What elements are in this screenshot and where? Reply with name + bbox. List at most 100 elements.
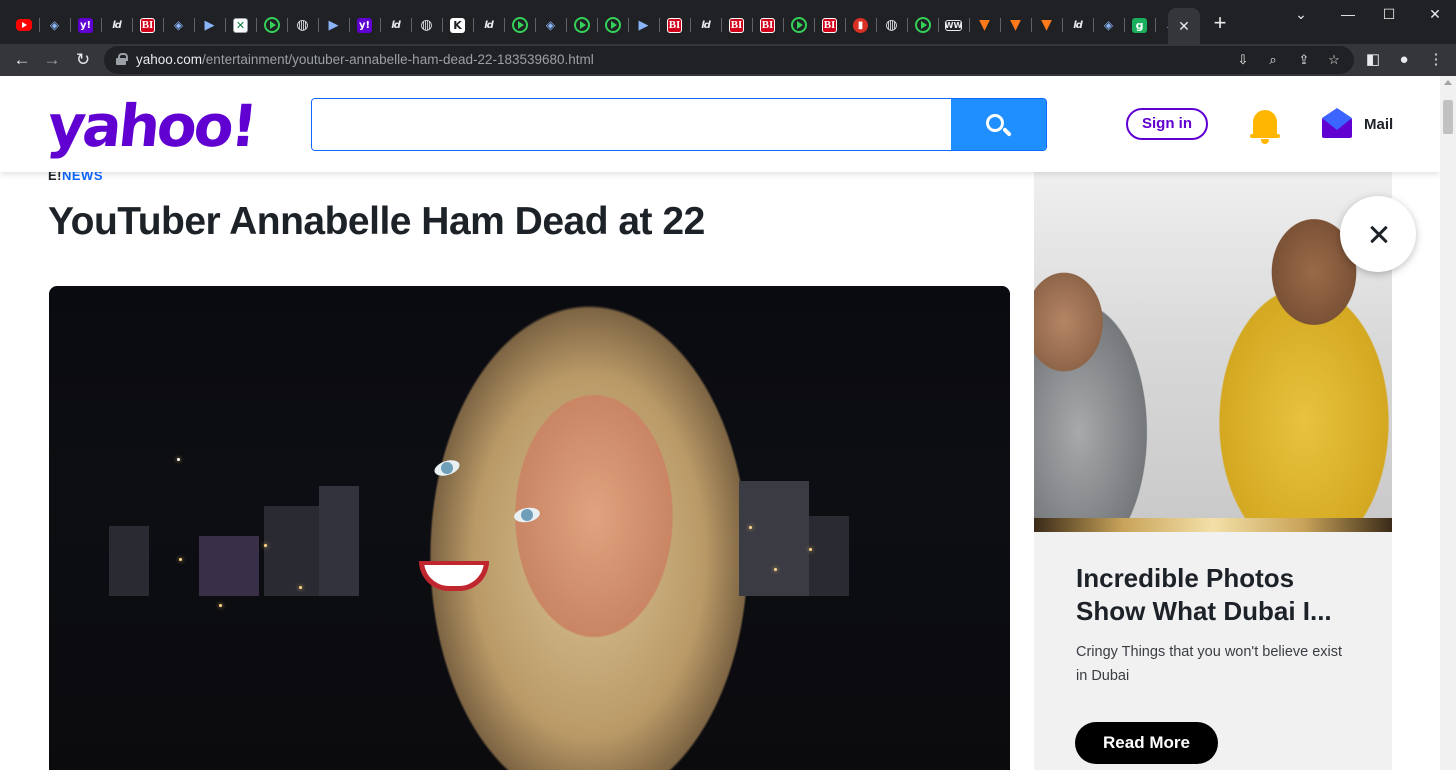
shield-icon: ◈	[545, 18, 556, 32]
browser-tab[interactable]: ▼	[1031, 10, 1062, 40]
ad-image-border	[1034, 518, 1392, 532]
browser-tab[interactable]: g	[1124, 10, 1155, 40]
k-icon: K	[450, 17, 465, 33]
browser-tab[interactable]: ◈	[163, 10, 194, 40]
play-icon	[790, 17, 807, 33]
ld-icon: ld	[112, 19, 122, 31]
browser-tab[interactable]: ▼	[1000, 10, 1031, 40]
menu-icon[interactable]: ⋮	[1424, 48, 1448, 72]
search-icon	[986, 114, 1004, 132]
tab-list: ◈ y! ld BI ◈ ▶ ✕ ◍ ▶ y! ld ◍ Kld ◈ ▶ BI ld BI BI BI ▮ ◍ WW ▼ ▼ ▼ l…	[8, 10, 1186, 40]
browser-tab[interactable]: y!	[349, 10, 380, 40]
yahoo-logo[interactable]: yahoo!	[44, 92, 258, 160]
scroll-up-arrow-icon[interactable]	[1444, 80, 1452, 85]
browser-tab[interactable]: WW	[938, 10, 969, 40]
maximize-button[interactable]: ☐	[1375, 6, 1403, 23]
side-panel-icon[interactable]: ◧	[1361, 48, 1385, 72]
browser-tab[interactable]	[907, 10, 938, 40]
browser-tab[interactable]: BI	[132, 10, 163, 40]
search-icon-handle	[1002, 127, 1012, 137]
mic-icon: ▮	[853, 17, 868, 33]
browser-tab[interactable]	[783, 10, 814, 40]
browser-tab[interactable]: ◈	[39, 10, 70, 40]
mail-link[interactable]: Mail	[1364, 116, 1393, 133]
forward-button[interactable]: →	[40, 48, 64, 72]
read-more-button[interactable]: Read More	[1075, 722, 1218, 764]
back-button[interactable]: ←	[10, 48, 34, 72]
share-icon[interactable]: ⇪	[1293, 50, 1315, 70]
browser-tab[interactable]: ld	[473, 10, 504, 40]
youtube-icon	[15, 19, 32, 31]
ad-image[interactable]	[1034, 172, 1392, 532]
play-icon	[914, 17, 931, 33]
shield-icon: ◈	[1103, 18, 1114, 32]
bookmark-star-icon[interactable]: ☆	[1323, 50, 1345, 70]
sign-in-button[interactable]: Sign in	[1126, 108, 1208, 140]
browser-tab[interactable]: ◈	[535, 10, 566, 40]
browser-tab[interactable]: K	[442, 10, 473, 40]
window-close-button[interactable]: ✕	[1421, 6, 1449, 23]
minimize-button[interactable]: —	[1334, 6, 1362, 22]
browser-tab[interactable]	[8, 10, 39, 40]
browser-toolbar: ← → ↻ yahoo.com/entertainment/youtuber-a…	[0, 44, 1456, 76]
bi-icon: BI	[822, 17, 837, 33]
page-scrollbar[interactable]	[1440, 76, 1456, 770]
yahoo-icon: y!	[78, 17, 93, 33]
globe-icon: ◍	[420, 17, 433, 33]
article-headline: YouTuber Annabelle Ham Dead at 22	[48, 200, 705, 243]
ad-title[interactable]: Incredible Photos Show What Dubai I...	[1076, 562, 1366, 628]
zoom-icon[interactable]: ⌕	[1262, 50, 1284, 70]
browser-tab[interactable]	[566, 10, 597, 40]
browser-tab[interactable]: ld	[690, 10, 721, 40]
ld-icon: ld	[1073, 19, 1083, 31]
address-bar[interactable]: yahoo.com/entertainment/youtuber-annabel…	[104, 46, 1354, 74]
active-tab[interactable]: ✕	[1168, 8, 1200, 44]
web-page: yahoo! Sign in Mail E!NEWS YouTuber Anna…	[0, 76, 1440, 770]
browser-tab[interactable]: ◈	[1093, 10, 1124, 40]
browser-tab[interactable]: ▼	[969, 10, 1000, 40]
browser-tab[interactable]: ✕	[225, 10, 256, 40]
browser-tab[interactable]: BI	[721, 10, 752, 40]
browser-tab[interactable]: ld	[1062, 10, 1093, 40]
site-header: yahoo! Sign in Mail	[0, 76, 1440, 172]
bi-icon: BI	[140, 17, 155, 33]
reload-button[interactable]: ↻	[71, 48, 95, 72]
mail-icon[interactable]	[1322, 108, 1352, 138]
profile-icon[interactable]: ●	[1392, 48, 1416, 72]
search-input[interactable]	[312, 99, 952, 150]
close-tab-icon[interactable]: ✕	[1178, 18, 1190, 35]
install-app-icon[interactable]: ⇩	[1232, 50, 1254, 70]
d-icon: ▶	[204, 17, 215, 33]
lock-icon[interactable]	[116, 53, 128, 65]
bi-icon: BI	[667, 17, 682, 33]
tab-search-icon[interactable]: ⌄	[1287, 6, 1315, 23]
browser-tab[interactable]: ld	[101, 10, 132, 40]
play-icon	[573, 17, 590, 33]
url-text[interactable]: yahoo.com/entertainment/youtuber-annabel…	[136, 52, 594, 67]
sponsored-ad-card[interactable]: Incredible Photos Show What Dubai I... C…	[1034, 172, 1392, 770]
browser-tab[interactable]: ◍	[411, 10, 442, 40]
browser-tab[interactable]: BI	[752, 10, 783, 40]
browser-tab[interactable]: BI	[814, 10, 845, 40]
browser-tab[interactable]: ▮	[845, 10, 876, 40]
browser-tab[interactable]	[597, 10, 628, 40]
ad-description: Cringy Things that you won't believe exi…	[1076, 644, 1343, 684]
browser-tab[interactable]: ▶	[318, 10, 349, 40]
scrollbar-thumb[interactable]	[1443, 100, 1453, 134]
browser-tab[interactable]	[256, 10, 287, 40]
sheets-icon: ✕	[233, 17, 248, 33]
browser-tab[interactable]: ld	[380, 10, 411, 40]
browser-tab[interactable]	[504, 10, 535, 40]
notification-bell-icon[interactable]	[1250, 110, 1280, 144]
close-ad-icon[interactable]	[1340, 196, 1416, 272]
browser-tab[interactable]: ▶	[194, 10, 225, 40]
browser-tab[interactable]: ▶	[628, 10, 659, 40]
browser-tab[interactable]: ◍	[876, 10, 907, 40]
search-button[interactable]	[951, 99, 1046, 150]
browser-tab[interactable]: ◍	[287, 10, 318, 40]
browser-tab[interactable]: BI	[659, 10, 690, 40]
new-tab-button[interactable]: +	[1208, 12, 1232, 36]
bookmark-icon: ▼	[1010, 17, 1021, 33]
d-icon: ▶	[328, 17, 339, 33]
browser-tab[interactable]: y!	[70, 10, 101, 40]
